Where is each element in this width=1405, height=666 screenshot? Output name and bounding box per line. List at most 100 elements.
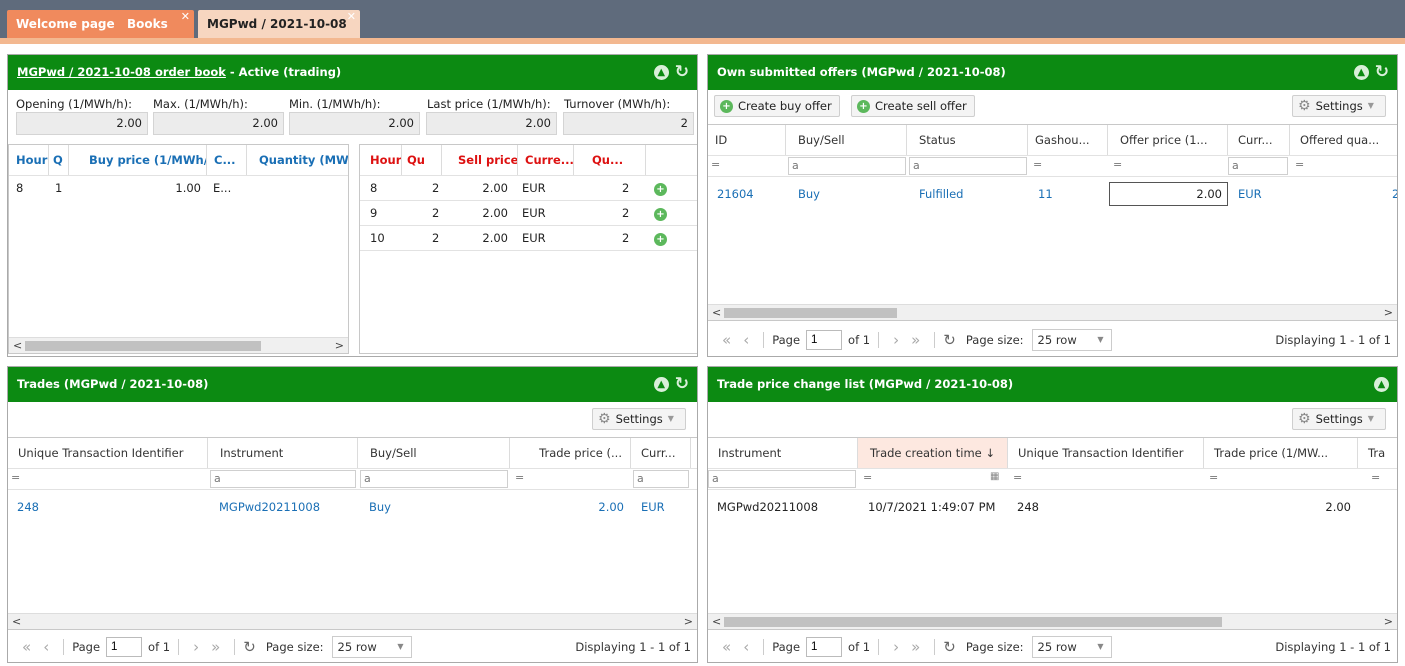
scroll-right-icon[interactable]: > <box>684 614 693 629</box>
filter-gashour[interactable]: = <box>1030 157 1106 175</box>
filter-creation-time[interactable]: = <box>860 470 1006 488</box>
col-trade-price[interactable]: Trade price (... <box>510 438 631 468</box>
chevron-up-icon[interactable]: ▲ <box>653 377 669 392</box>
col-transaction-id[interactable]: Unique Transaction Identifier <box>8 438 208 468</box>
filter-buy-sell[interactable]: a <box>788 157 906 175</box>
col-offered-quantity[interactable]: Offered qua... <box>1290 125 1397 155</box>
filter-more[interactable]: = <box>1368 470 1397 488</box>
calendar-icon[interactable]: ▦ <box>990 471 999 482</box>
filter-instrument[interactable]: a <box>708 470 856 488</box>
prev-page-icon[interactable]: ‹ <box>743 638 749 656</box>
col-more[interactable]: Tra <box>1358 438 1397 468</box>
col-sell-price[interactable]: Sell price <box>442 145 518 175</box>
close-icon[interactable]: ✕ <box>347 3 356 31</box>
filter-buy-sell[interactable]: a <box>360 470 508 488</box>
refresh-icon[interactable]: ↻ <box>943 638 956 656</box>
filter-trade-price[interactable]: = <box>1206 470 1356 488</box>
scroll-left-icon[interactable]: < <box>12 614 21 629</box>
accept-offer-button[interactable]: + <box>654 226 667 250</box>
settings-button[interactable]: ⚙ Settings ▼ <box>1292 95 1386 117</box>
col-offer-price[interactable]: Offer price (1... <box>1108 125 1228 155</box>
offer-id-link[interactable]: 21604 <box>717 182 754 206</box>
instrument-link[interactable]: MGPwd20211008 <box>219 495 320 519</box>
transaction-id-link[interactable]: 248 <box>17 495 39 519</box>
plus-circle-icon[interactable]: + <box>654 208 667 221</box>
scroll-right-icon[interactable]: > <box>1384 305 1393 320</box>
tab-mgpwd[interactable]: MGPwd / 2021-10-08 ✕ <box>198 10 360 38</box>
create-sell-offer-button[interactable]: + Create sell offer <box>851 95 975 117</box>
page-size-select[interactable]: 25 row <box>1031 636 1112 658</box>
scroll-right-icon[interactable]: > <box>1384 614 1393 629</box>
refresh-icon[interactable]: ↻ <box>675 376 689 393</box>
scroll-left-icon[interactable]: < <box>712 305 721 320</box>
scroll-right-icon[interactable]: > <box>335 338 344 353</box>
filter-offered-quantity[interactable]: = <box>1292 157 1397 175</box>
scroll-thumb[interactable] <box>25 341 261 351</box>
col-buy-price[interactable]: Buy price (1/MWh/ <box>69 145 207 175</box>
filter-trade-price[interactable]: = <box>512 470 629 488</box>
col-instrument[interactable]: Instrument <box>208 438 358 468</box>
plus-circle-icon[interactable]: + <box>654 233 667 246</box>
page-size-select[interactable]: 25 row <box>331 636 412 658</box>
refresh-icon[interactable]: ↻ <box>1375 64 1389 81</box>
page-size-select[interactable]: 25 row <box>1031 329 1112 351</box>
col-trade-creation-time[interactable]: Trade creation time ↓ <box>858 438 1008 468</box>
horizontal-scrollbar[interactable]: < > <box>708 304 1397 320</box>
orderbook-title-link[interactable]: MGPwd / 2021-10-08 order book <box>17 65 226 79</box>
close-icon[interactable]: ✕ <box>181 3 190 31</box>
tab-books[interactable]: Books ✕ <box>118 10 194 38</box>
next-page-icon[interactable]: › <box>893 331 899 349</box>
horizontal-scrollbar[interactable]: < > <box>708 613 1397 629</box>
filter-instrument[interactable]: a <box>210 470 356 488</box>
col-currency[interactable]: C... <box>207 145 247 175</box>
accept-offer-button[interactable]: + <box>654 176 667 200</box>
horizontal-scrollbar[interactable]: < > <box>8 613 697 629</box>
page-input[interactable] <box>106 637 143 657</box>
refresh-icon[interactable]: ↻ <box>243 638 256 656</box>
tab-welcome[interactable]: Welcome page <box>7 10 124 38</box>
prev-page-icon[interactable]: ‹ <box>43 638 49 656</box>
refresh-icon[interactable]: ↻ <box>943 331 956 349</box>
next-page-icon[interactable]: › <box>193 638 199 656</box>
filter-currency[interactable]: a <box>1228 157 1288 175</box>
col-transaction-id[interactable]: Unique Transaction Identifier <box>1008 438 1204 468</box>
col-status[interactable]: Status <box>907 125 1028 155</box>
last-page-icon[interactable]: » <box>911 331 920 349</box>
accept-offer-button[interactable]: + <box>654 201 667 225</box>
col-hour[interactable]: Hour <box>9 145 49 175</box>
col-currency[interactable]: Curr... <box>1228 125 1290 155</box>
first-page-icon[interactable]: « <box>722 331 731 349</box>
col-instrument[interactable]: Instrument <box>708 438 858 468</box>
col-quantity[interactable]: Qu... <box>574 145 646 175</box>
filter-offer-price[interactable]: = <box>1110 157 1226 175</box>
settings-button[interactable]: ⚙ Settings ▼ <box>1292 408 1386 430</box>
col-gashour[interactable]: Gashou... <box>1028 125 1108 155</box>
col-quantity[interactable]: Quantity (MWh... <box>247 145 348 175</box>
settings-button[interactable]: ⚙ Settings ▼ <box>592 408 686 430</box>
col-quantity-short[interactable]: Q <box>49 145 69 175</box>
chevron-up-icon[interactable]: ▲ <box>1374 377 1389 392</box>
col-buy-sell[interactable]: Buy/Sell <box>786 125 907 155</box>
col-id[interactable]: ID <box>708 125 786 155</box>
filter-transaction-id[interactable]: = <box>1010 470 1202 488</box>
plus-circle-icon[interactable]: + <box>654 183 667 196</box>
scroll-thumb[interactable] <box>724 308 897 318</box>
next-page-icon[interactable]: › <box>893 638 899 656</box>
filter-status[interactable]: a <box>909 157 1027 175</box>
filter-id[interactable]: = <box>708 157 784 175</box>
scroll-thumb[interactable] <box>724 617 1222 627</box>
filter-currency[interactable]: a <box>633 470 689 488</box>
filter-transaction-id[interactable]: = <box>8 470 204 488</box>
col-currency[interactable]: Curre... <box>518 145 574 175</box>
chevron-up-icon[interactable]: ▲ <box>1353 65 1369 80</box>
first-page-icon[interactable]: « <box>722 638 731 656</box>
col-buy-sell[interactable]: Buy/Sell <box>358 438 510 468</box>
page-input[interactable] <box>806 637 843 657</box>
refresh-icon[interactable]: ↻ <box>675 64 689 81</box>
col-currency[interactable]: Curr... <box>631 438 691 468</box>
last-page-icon[interactable]: » <box>211 638 220 656</box>
first-page-icon[interactable]: « <box>22 638 31 656</box>
chevron-up-icon[interactable]: ▲ <box>653 65 669 80</box>
scroll-left-icon[interactable]: < <box>712 614 721 629</box>
col-hour[interactable]: Hour <box>360 145 402 175</box>
